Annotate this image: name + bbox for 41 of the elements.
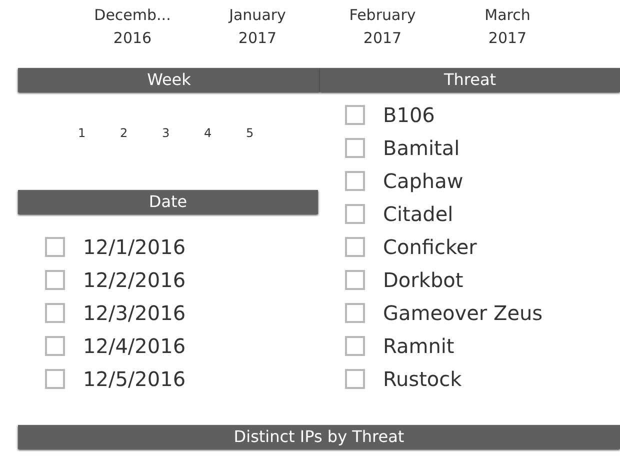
week-item[interactable]: 2	[120, 126, 162, 140]
checkbox-label: Citadel	[383, 202, 454, 226]
checkbox[interactable]	[45, 302, 65, 322]
checkbox-label: Dorkbot	[383, 268, 464, 292]
checkbox-label: Ramnit	[383, 334, 454, 358]
checkbox[interactable]	[345, 138, 365, 158]
checkbox-label: 12/1/2016	[83, 234, 186, 258]
month-item[interactable]: February 2017	[320, 4, 445, 68]
checkbox-label: 12/4/2016	[83, 334, 186, 358]
checkbox-label: Rustock	[383, 366, 462, 390]
checkbox-label: B106	[383, 102, 435, 126]
checkbox-label: Caphaw	[383, 168, 464, 192]
checkbox[interactable]	[345, 170, 365, 190]
week-item[interactable]: 4	[204, 126, 246, 140]
checkbox-label: 12/5/2016	[83, 366, 186, 390]
slicer-header: Threat	[320, 68, 620, 92]
checkbox-label: 12/2/2016	[83, 268, 186, 292]
week-item[interactable]: 5	[246, 126, 288, 140]
checkbox-label: Bamital	[383, 136, 460, 160]
month-item[interactable]: March 2017	[445, 4, 570, 68]
checkbox[interactable]	[345, 270, 365, 290]
slicer-header: Week	[18, 68, 320, 92]
month-item[interactable]: January 2017	[195, 4, 320, 68]
checkbox[interactable]	[45, 368, 65, 388]
checkbox[interactable]	[345, 204, 365, 224]
checkbox[interactable]	[45, 270, 65, 290]
checkbox[interactable]	[345, 368, 365, 388]
checkbox[interactable]	[45, 236, 65, 256]
checkbox[interactable]	[345, 336, 365, 356]
week-item[interactable]: 3	[162, 126, 204, 140]
checkbox[interactable]	[345, 302, 365, 322]
slicer-header: Date	[18, 190, 318, 214]
chart-header: Distinct IPs by Threat	[18, 425, 620, 449]
week-item[interactable]: 1	[78, 126, 120, 140]
checkbox-label: Conficker	[383, 234, 477, 258]
month-item[interactable]: Decemb... 2016	[70, 4, 195, 68]
checkbox-label: Gameover Zeus	[383, 300, 543, 324]
checkbox[interactable]	[345, 236, 365, 256]
checkbox[interactable]	[45, 336, 65, 356]
checkbox[interactable]	[345, 104, 365, 124]
checkbox-label: 12/3/2016	[83, 300, 186, 324]
